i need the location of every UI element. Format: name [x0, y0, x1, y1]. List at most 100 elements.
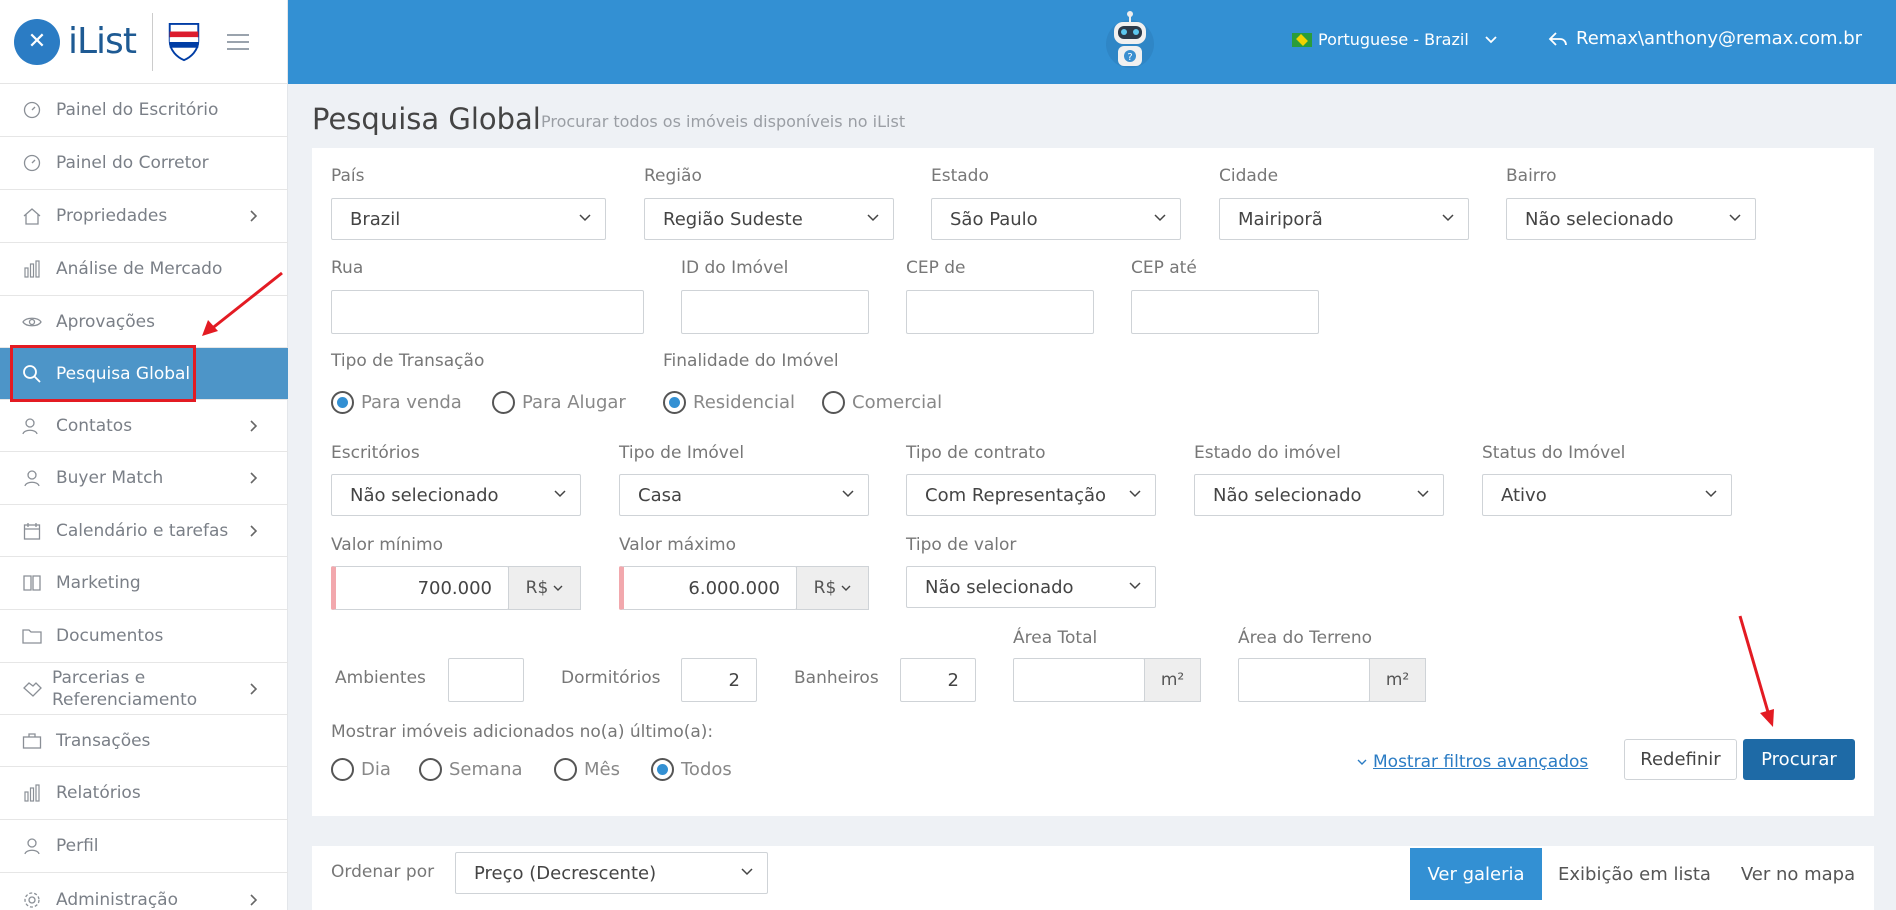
- ilist-logo-icon[interactable]: ✕: [14, 18, 60, 65]
- sidebar-item-administracao[interactable]: Administração: [0, 873, 288, 910]
- bairro-value: Não selecionado: [1525, 208, 1674, 230]
- radio-unselected-icon: [419, 758, 442, 781]
- status-imovel-select[interactable]: Ativo: [1482, 474, 1732, 516]
- sidebar-item-documentos[interactable]: Documentos: [0, 610, 288, 663]
- estado-imovel-select[interactable]: Não selecionado: [1194, 474, 1444, 516]
- gear-icon: [22, 890, 42, 910]
- banheiros-input[interactable]: 2: [900, 658, 976, 702]
- radio-para-alugar[interactable]: Para Alugar: [492, 391, 626, 414]
- regiao-select[interactable]: Região Sudeste: [644, 198, 894, 240]
- sidebar-item-propriedades[interactable]: Propriedades: [0, 190, 288, 243]
- tipo-imovel-select[interactable]: Casa: [619, 474, 869, 516]
- sidebar-item-painel-corretor[interactable]: Painel do Corretor: [0, 137, 288, 190]
- radio-unselected-icon: [331, 758, 354, 781]
- reset-button[interactable]: Redefinir: [1624, 739, 1737, 780]
- chevron-down-icon: [741, 868, 753, 876]
- sidebar-item-label: Transações: [56, 730, 151, 751]
- radio-comercial[interactable]: Comercial: [822, 391, 942, 414]
- radio-unselected-icon: [554, 758, 577, 781]
- cidade-select[interactable]: Mairiporã: [1219, 198, 1469, 240]
- sidebar-item-label: Buyer Match: [56, 468, 164, 488]
- valor-minimo-currency-dropdown[interactable]: R$: [508, 566, 581, 610]
- valor-maximo-currency-dropdown[interactable]: R$: [796, 566, 869, 610]
- tipo-imovel-value: Casa: [638, 484, 683, 506]
- area-total-input[interactable]: [1013, 658, 1145, 702]
- language-selector[interactable]: Portuguese - Brazil: [1292, 30, 1497, 49]
- radio-label: Residencial: [693, 392, 795, 413]
- radio-semana[interactable]: Semana: [419, 758, 523, 781]
- radio-residencial[interactable]: Residencial: [663, 391, 795, 414]
- sidebar-item-calendario[interactable]: Calendário e tarefas: [0, 505, 288, 557]
- calendar-icon: [22, 521, 42, 541]
- estado-value: São Paulo: [950, 208, 1038, 230]
- cep-ate-input[interactable]: [1131, 290, 1319, 334]
- advanced-filters-link[interactable]: Mostrar filtros avançados: [1357, 742, 1588, 782]
- remax-logo: [167, 22, 201, 62]
- radio-label: Para venda: [361, 392, 462, 413]
- estado-select[interactable]: São Paulo: [931, 198, 1181, 240]
- sort-select[interactable]: Preço (Decrescente): [455, 852, 768, 894]
- sidebar-item-perfil[interactable]: Perfil: [0, 820, 288, 873]
- sidebar-item-aprovacoes[interactable]: Aprovações: [0, 296, 288, 348]
- search-button[interactable]: Procurar: [1743, 739, 1855, 780]
- radio-selected-icon: [331, 391, 354, 414]
- tab-ver-galeria[interactable]: Ver galeria: [1410, 848, 1542, 900]
- book-icon: [22, 573, 42, 593]
- search-form-panel: País Brazil Região Região Sudeste Estado…: [312, 148, 1874, 816]
- area-total-label: Área Total: [1013, 628, 1098, 648]
- valor-minimo-input[interactable]: 700.000: [331, 566, 509, 610]
- radio-unselected-icon: [492, 391, 515, 414]
- sidebar-item-marketing[interactable]: Marketing: [0, 557, 288, 610]
- finalidade-label: Finalidade do Imóvel: [663, 351, 839, 371]
- cep-de-input[interactable]: [906, 290, 1094, 334]
- status-imovel-value: Ativo: [1501, 484, 1547, 506]
- hamburger-menu-icon[interactable]: [226, 33, 249, 50]
- chevron-right-icon: [250, 893, 258, 906]
- radio-label: Mês: [584, 759, 620, 780]
- sidebar-item-analise-mercado[interactable]: Análise de Mercado: [0, 243, 288, 296]
- radio-unselected-icon: [822, 391, 845, 414]
- sidebar-item-contatos[interactable]: Contatos: [0, 400, 288, 452]
- radio-label: Para Alugar: [522, 392, 626, 413]
- chevron-down-icon: [1129, 582, 1141, 590]
- radio-para-venda[interactable]: Para venda: [331, 391, 462, 414]
- id-imovel-input[interactable]: [681, 290, 869, 334]
- sidebar-item-relatorios[interactable]: Relatórios: [0, 767, 288, 820]
- radio-dia[interactable]: Dia: [331, 758, 391, 781]
- handshake-icon: [22, 679, 42, 699]
- valor-maximo-input[interactable]: 6.000.000: [619, 566, 797, 610]
- periodo-label: Mostrar imóveis adicionados no(a) último…: [331, 722, 714, 742]
- area-terreno-input[interactable]: [1238, 658, 1370, 702]
- sidebar-item-label: Relatórios: [56, 783, 141, 803]
- tipo-contrato-value: Com Representação: [925, 484, 1107, 506]
- sidebar-item-transacoes[interactable]: Transações: [0, 715, 288, 767]
- dormitorios-input[interactable]: 2: [681, 658, 757, 702]
- pais-label: País: [331, 166, 365, 186]
- robot-assistant-icon[interactable]: ?: [1106, 10, 1154, 72]
- tab-ver-mapa[interactable]: Ver no mapa: [1730, 848, 1866, 900]
- rua-input[interactable]: [331, 290, 644, 334]
- sidebar-item-parcerias[interactable]: Parcerias e Referenciamento: [0, 663, 288, 715]
- cidade-label: Cidade: [1219, 166, 1279, 186]
- chevron-down-icon: [1705, 490, 1717, 498]
- radio-label: Dia: [361, 759, 391, 780]
- radio-todos[interactable]: Todos: [651, 758, 732, 781]
- radio-label: Semana: [449, 759, 523, 780]
- escritorios-select[interactable]: Não selecionado: [331, 474, 581, 516]
- radio-mes[interactable]: Mês: [554, 758, 620, 781]
- sort-value: Preço (Decrescente): [474, 862, 657, 884]
- chevron-down-icon: [1129, 490, 1141, 498]
- svg-text:?: ?: [1127, 52, 1132, 63]
- user-menu[interactable]: Remax\anthony@remax.com.br: [1548, 28, 1862, 49]
- sidebar-item-pesquisa-global[interactable]: Pesquisa Global: [0, 348, 288, 400]
- ambientes-input[interactable]: [448, 658, 524, 702]
- pais-select[interactable]: Brazil: [331, 198, 606, 240]
- sidebar-item-buyer-match[interactable]: Buyer Match: [0, 452, 288, 505]
- sidebar-item-label: Administração: [56, 889, 178, 910]
- tipo-valor-select[interactable]: Não selecionado: [906, 566, 1156, 608]
- folder-icon: [22, 626, 42, 646]
- bairro-select[interactable]: Não selecionado: [1506, 198, 1756, 240]
- sidebar-item-painel-escritorio[interactable]: Painel do Escritório: [0, 84, 288, 137]
- tipo-contrato-select[interactable]: Com Representação: [906, 474, 1156, 516]
- tab-exibicao-lista[interactable]: Exibição em lista: [1547, 848, 1722, 900]
